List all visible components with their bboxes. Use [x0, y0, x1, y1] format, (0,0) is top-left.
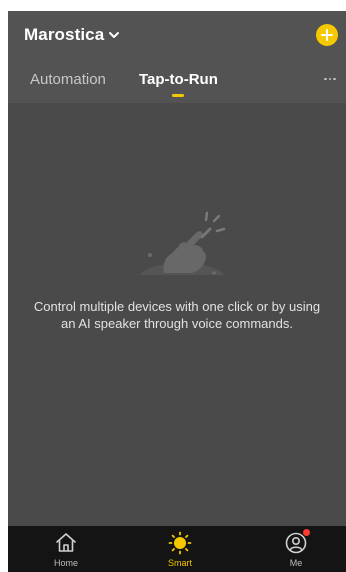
more-options-button[interactable]	[320, 69, 340, 89]
home-icon	[56, 533, 76, 552]
nav-smart[interactable]: Smart	[150, 531, 210, 571]
home-selector[interactable]: Marostica	[24, 25, 120, 45]
user-icon-wrapper	[284, 529, 310, 555]
app-screen: Marostica Automation Tap-to-Run Control …	[8, 11, 346, 572]
nav-me[interactable]: Me	[266, 529, 326, 571]
more-dot-icon	[328, 77, 332, 81]
active-tab-indicator	[172, 94, 184, 97]
nav-home[interactable]: Home	[36, 531, 96, 571]
home-name: Marostica	[24, 25, 105, 44]
plus-icon	[321, 29, 333, 41]
chevron-down-icon	[109, 32, 120, 38]
tab-bar: Automation Tap-to-Run	[8, 71, 346, 103]
sun-icon	[168, 531, 192, 555]
add-scene-button[interactable]	[316, 24, 338, 46]
nav-home-label: Home	[53, 558, 78, 568]
empty-state-message: Control multiple devices with one click …	[33, 299, 321, 331]
tab-tap-to-run[interactable]: Tap-to-Run	[139, 71, 218, 88]
more-dot-icon	[324, 77, 327, 81]
nav-smart-label: Smart	[167, 558, 192, 568]
more-dot-icon	[333, 77, 336, 81]
top-header: Marostica Automation Tap-to-Run	[8, 11, 346, 103]
tab-automation[interactable]: Automation	[30, 71, 106, 88]
notification-badge	[303, 529, 310, 536]
bottom-nav: Home Smart Me	[8, 526, 346, 572]
nav-me-label: Me	[289, 558, 303, 568]
tap-hand-illustration	[126, 211, 236, 287]
